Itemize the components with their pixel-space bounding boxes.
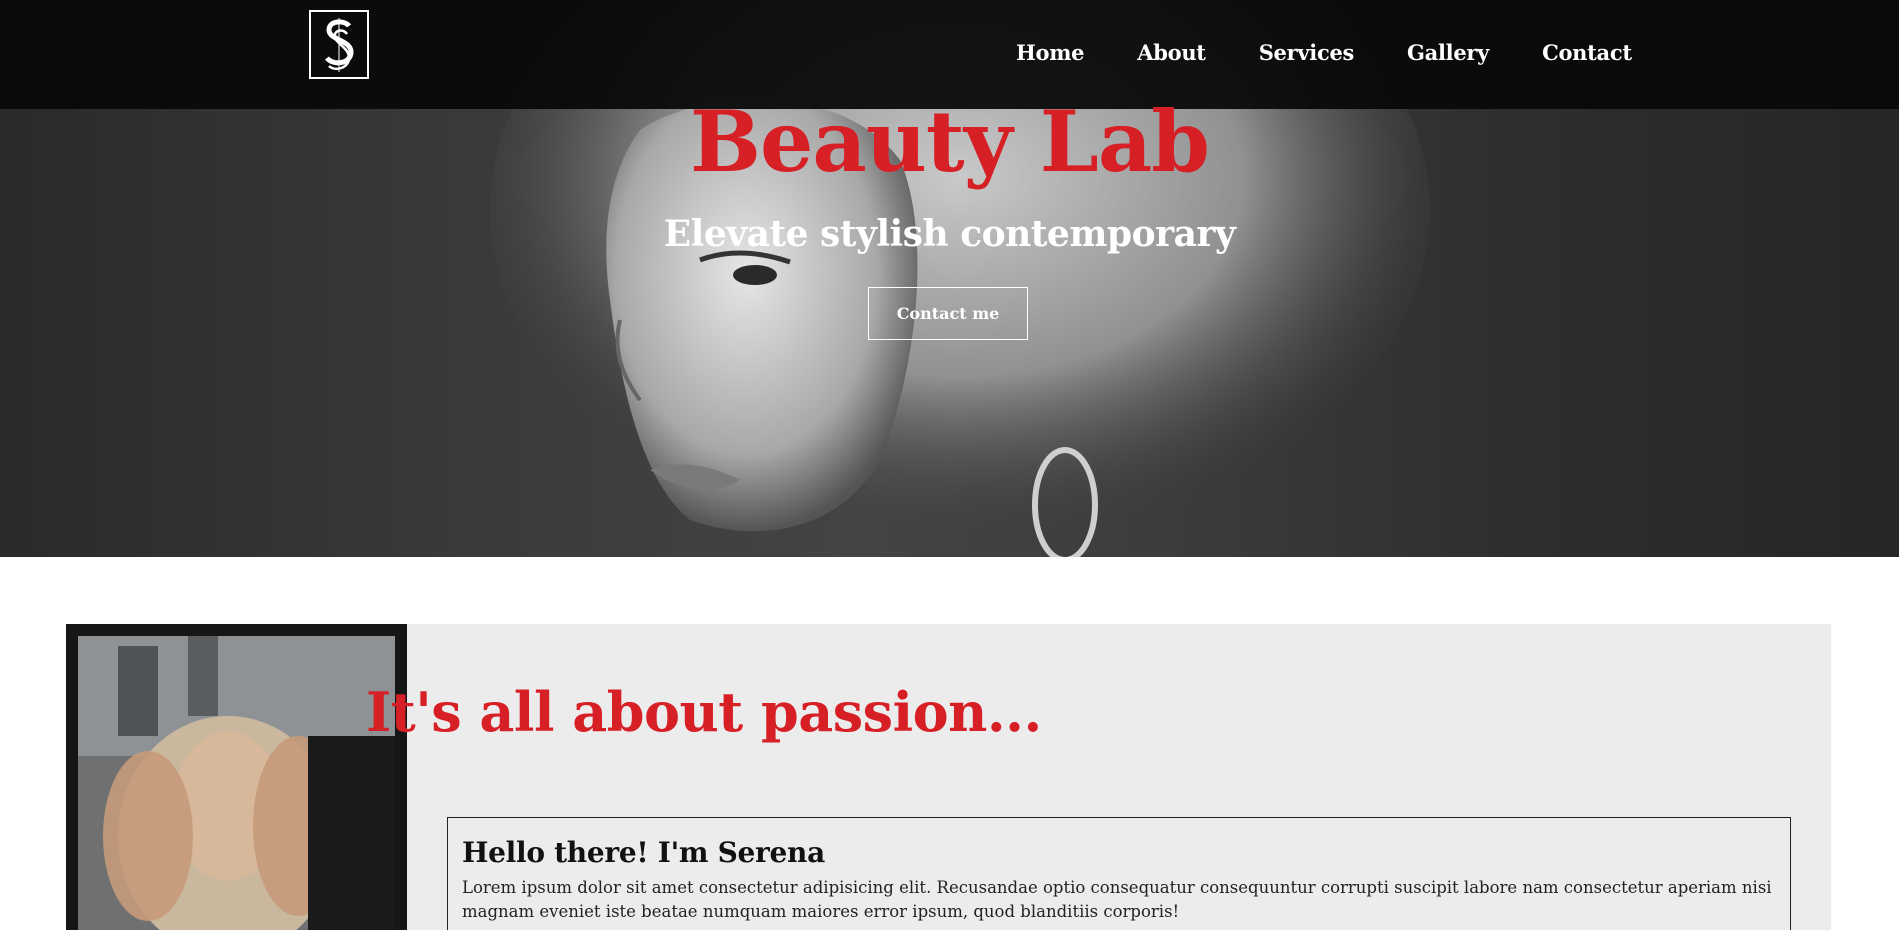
nav-gallery[interactable]: Gallery [1407,40,1489,65]
intro-card: Hello there! I'm Serena Lorem ipsum dolo… [447,817,1791,930]
logo-icon [325,17,354,72]
contact-me-button[interactable]: Contact me [868,287,1028,340]
nav-home[interactable]: Home [1016,40,1085,65]
about-photo-frame [66,624,407,930]
intro-card-text: Lorem ipsum dolor sit amet consectetur a… [462,877,1772,921]
hero-subtitle: Elevate stylish contemporary [663,213,1236,255]
intro-card-title: Hello there! I'm Serena [462,836,825,869]
hero-title: Beauty Lab [689,92,1210,191]
nav-contact[interactable]: Contact [1542,40,1632,65]
main-nav: Home About Services Gallery Contact [1016,40,1685,65]
about-portrait-image [78,636,395,930]
nav-services[interactable]: Services [1259,40,1355,65]
hero-section: Home About Services Gallery Contact Beau… [0,0,1899,557]
about-section: It's all about passion... Hello there! I… [66,624,1831,930]
about-heading: It's all about passion... [366,680,1042,744]
monogram-s-logo[interactable] [309,10,369,79]
nav-about[interactable]: About [1137,40,1206,65]
